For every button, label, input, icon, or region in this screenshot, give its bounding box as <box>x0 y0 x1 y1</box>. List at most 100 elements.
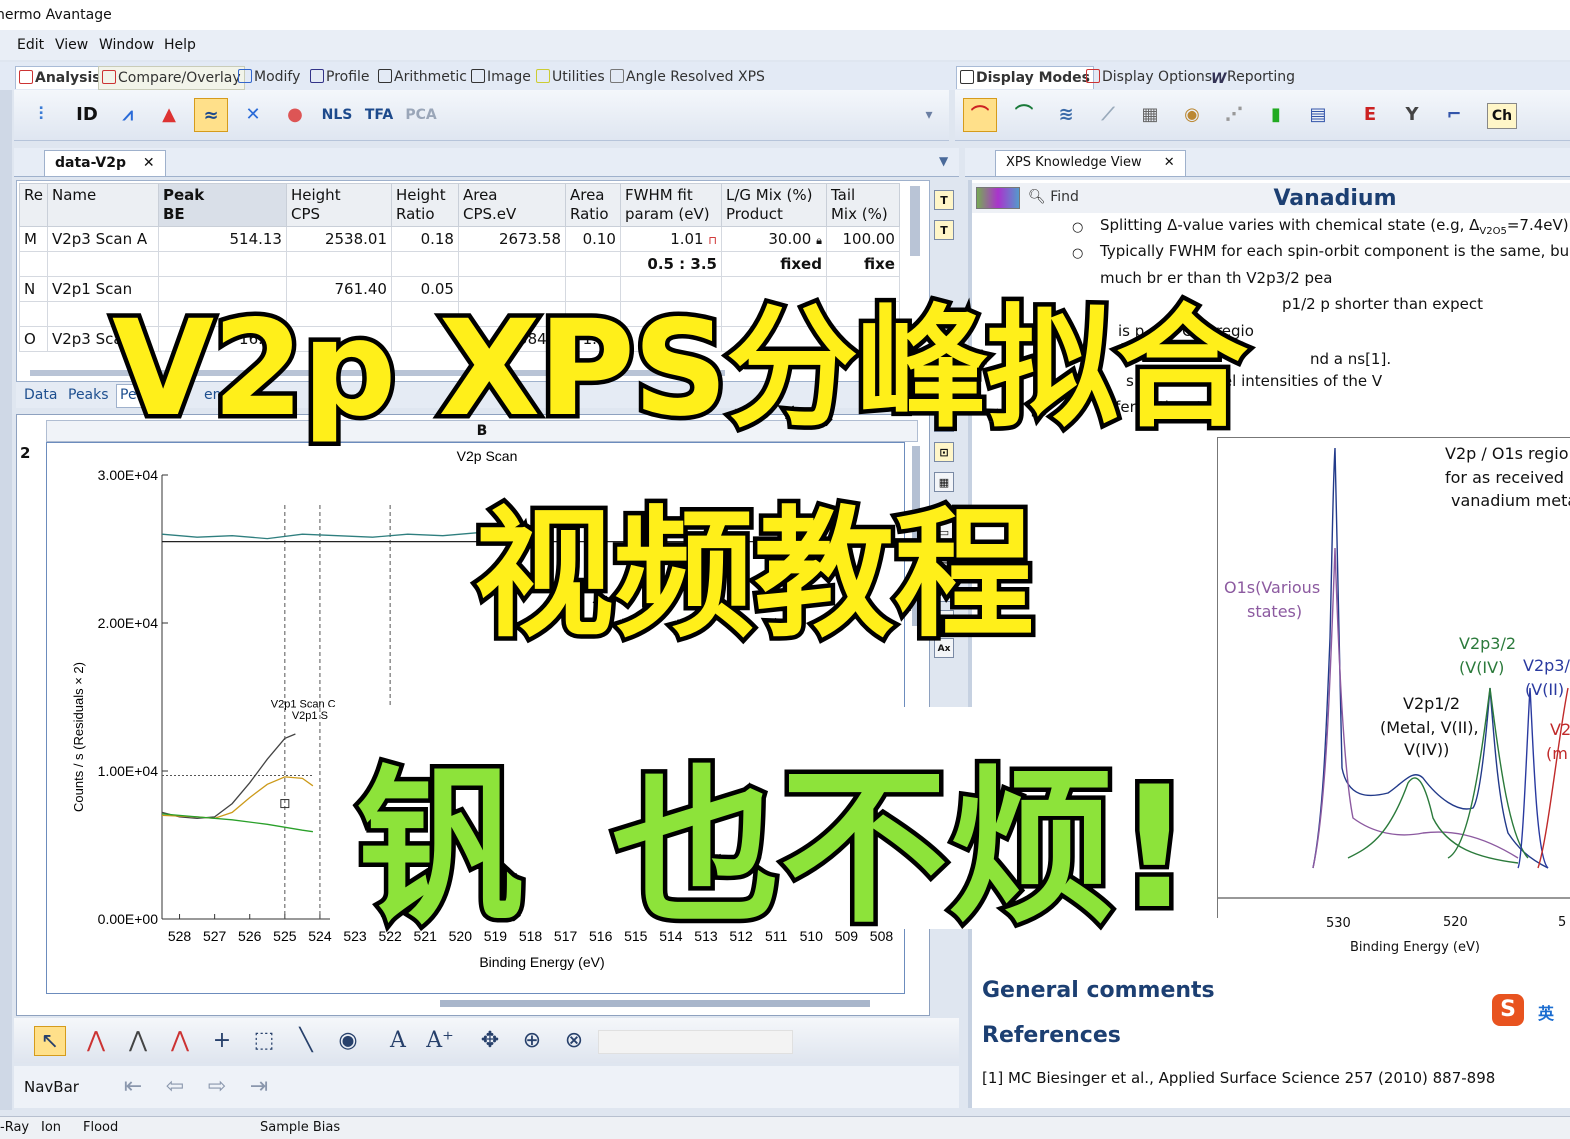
fitting-button[interactable]: ≈ <box>194 98 228 132</box>
stack-mode-icon[interactable]: ≋ <box>1049 98 1083 132</box>
v2p32-ii-1: V2p3/ <box>1523 656 1570 675</box>
col-fwhm[interactable]: FWHM fit param (eV) <box>619 183 722 227</box>
close-icon[interactable]: ✕ <box>143 155 155 171</box>
pie-mode-icon[interactable]: ◉ <box>1175 98 1209 132</box>
references-heading[interactable]: References <box>982 1023 1121 1048</box>
text-add-icon[interactable]: A⁺ <box>424 1026 456 1056</box>
col-area[interactable]: Area CPS.eV <box>457 183 566 227</box>
text-tool-icon[interactable]: T <box>934 190 954 210</box>
tab-data[interactable]: Data <box>24 387 57 403</box>
coordinate-field[interactable] <box>598 1030 793 1054</box>
curve-axis-icon[interactable]: ⌐ <box>1437 98 1471 132</box>
v2-red-1: V2 <box>1550 720 1570 739</box>
x-tick-label: 526 <box>238 928 262 944</box>
energy-axis-icon[interactable]: E <box>1353 98 1387 132</box>
zoom-in-icon[interactable]: ⊕ <box>516 1026 548 1056</box>
elements-icon[interactable]: ● <box>278 98 312 132</box>
line-tool-icon[interactable]: ╲ <box>290 1026 322 1056</box>
col-peak-be[interactable]: Peak BE <box>157 183 287 227</box>
general-comments-heading[interactable]: General comments <box>982 978 1215 1003</box>
eye-icon[interactable]: ◉ <box>332 1026 364 1056</box>
tab-compare-overlay[interactable]: Compare/Overlay <box>98 66 245 90</box>
menu-view[interactable]: View <box>55 37 88 53</box>
overlay-mode-icon[interactable]: ⌒ <box>1007 98 1041 132</box>
menu-window[interactable]: Window <box>99 37 154 53</box>
3d-mode-icon[interactable]: ⟋ <box>1091 98 1125 132</box>
table-vertical-scrollbar[interactable] <box>910 186 920 256</box>
tfa-button[interactable]: TFA <box>362 98 396 132</box>
tab-image[interactable]: Image <box>468 66 534 88</box>
scatter-mode-icon[interactable]: ⋰ <box>1217 98 1251 132</box>
next-icon[interactable]: ⇨ <box>202 1074 232 1100</box>
col-height[interactable]: Height CPS <box>285 183 392 227</box>
tab-display-modes[interactable]: Display Modes <box>956 66 1094 89</box>
tab-reporting[interactable]: WReporting <box>1208 66 1298 88</box>
toolbar-overflow-icon[interactable]: ▾ <box>919 98 939 132</box>
first-icon[interactable]: ⇤ <box>118 1074 148 1100</box>
tab-arithmetic-label: Arithmetic <box>394 69 467 85</box>
peak-shape-icon[interactable]: ▲ <box>152 98 186 132</box>
tab-display-options[interactable]: Display Options <box>1083 66 1215 88</box>
text-icon[interactable]: A <box>382 1026 414 1056</box>
add-peak-icon[interactable]: ⋀ <box>80 1026 112 1056</box>
menu-edit[interactable]: Edit <box>17 37 44 53</box>
cell[interactable]: 30.00 🔒︎ <box>720 226 827 252</box>
image-mode-icon[interactable]: ▦ <box>1133 98 1167 132</box>
navbar-label: NavBar <box>24 1078 79 1096</box>
nls-button[interactable]: NLS <box>320 98 354 132</box>
col-height-ratio[interactable]: Height Ratio <box>390 183 459 227</box>
xy-axis-icon[interactable]: Y <box>1395 98 1429 132</box>
cell[interactable]: 2673.58 <box>457 226 566 252</box>
chart-horizontal-scrollbar[interactable] <box>440 1000 870 1007</box>
move-icon[interactable]: ✥ <box>474 1026 506 1056</box>
multi-peak-icon[interactable]: ⋀ <box>122 1026 154 1056</box>
zoom-reset-icon[interactable]: ⊗ <box>558 1026 590 1056</box>
find-button[interactable]: 🔍︎ Find <box>1028 189 1079 205</box>
tab-profile[interactable]: Profile <box>307 66 373 88</box>
peak-group-icon[interactable]: ⋀ <box>164 1026 196 1056</box>
cell[interactable]: 2538.01 <box>285 226 392 252</box>
periodic-table-icon[interactable] <box>976 187 1020 209</box>
table-mode-icon[interactable]: ▤ <box>1301 98 1335 132</box>
text-frame-icon[interactable]: T <box>934 220 954 240</box>
peak-fit-icon[interactable]: ⩘ <box>111 98 145 132</box>
tab-utilities[interactable]: Utilities <box>533 66 608 88</box>
tab-peaks[interactable]: Peaks <box>68 387 109 403</box>
crosshair-icon[interactable]: + <box>206 1026 238 1056</box>
menu-help[interactable]: Help <box>164 37 196 53</box>
cell[interactable]: 100.00 <box>825 226 900 252</box>
deconvolve-icon[interactable]: ✕ <box>236 98 270 132</box>
id-button[interactable]: ID <box>70 98 104 132</box>
constraint-icon: ⊓ <box>708 234 717 247</box>
select-region-icon[interactable]: ⬚ <box>248 1026 280 1056</box>
cell[interactable]: 1.01 ⊓ <box>619 226 722 252</box>
bar-mode-icon[interactable]: ▮ <box>1259 98 1293 132</box>
table-row[interactable]: M V2p3 Scan A 514.13 2538.01 0.18 2673.5… <box>19 226 900 252</box>
tab-angle-resolved[interactable]: Angle Resolved XPS <box>607 66 768 88</box>
col-lg-mix[interactable]: L/G Mix (%) Product <box>720 183 827 227</box>
cell[interactable]: 514.13 <box>157 226 287 252</box>
last-icon[interactable]: ⇥ <box>244 1074 274 1100</box>
prev-icon[interactable]: ⇦ <box>160 1074 190 1100</box>
tab-dropdown-icon[interactable]: ▼ <box>939 154 948 168</box>
tab-analysis-label: Analysis <box>35 70 101 86</box>
pointer-tool-button[interactable]: ↖ <box>34 1026 66 1056</box>
tab-xps-knowledge-view[interactable]: XPS Knowledge View ✕ <box>995 150 1186 176</box>
col-name[interactable]: Name <box>46 183 159 227</box>
tab-arithmetic[interactable]: Arithmetic <box>375 66 470 88</box>
col-re[interactable]: Re <box>19 183 48 227</box>
peak-id-icon[interactable]: ⫶ <box>24 98 58 132</box>
status-flood: Flood <box>83 1120 119 1135</box>
col-area-ratio[interactable]: Area Ratio <box>564 183 621 227</box>
tab-data-v2p[interactable]: data-V2p ✕ <box>44 150 166 176</box>
col-tail-mix[interactable]: Tail Mix (%) <box>825 183 900 227</box>
tab-analysis[interactable]: Analysis <box>15 66 105 89</box>
ime-indicator[interactable]: S 英 <box>1492 992 1554 1030</box>
close-icon[interactable]: ✕ <box>1164 155 1175 170</box>
reference-figure-svg <box>1218 447 1570 899</box>
tab-modify[interactable]: Modify <box>235 66 303 88</box>
pca-button[interactable]: PCA <box>404 98 438 132</box>
spectrum-mode-button[interactable]: ⌒ <box>963 98 997 132</box>
ch-button[interactable]: Ch <box>1487 103 1517 129</box>
find-label: Find <box>1050 189 1079 205</box>
